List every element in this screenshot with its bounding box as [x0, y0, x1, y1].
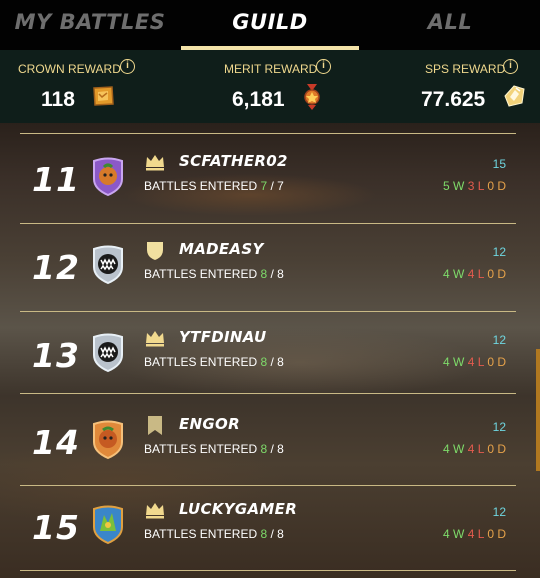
- table-row[interactable]: 11 SCFATHER02 BATTLES ENTERED 7 / 7 15 5…: [0, 134, 540, 222]
- crown-reward-value: 118: [41, 88, 75, 111]
- draws: 0 D: [487, 527, 506, 541]
- tab-my-battles[interactable]: MY BATTLES: [0, 0, 180, 50]
- crown-reward: CROWN REWARD i 118: [18, 50, 158, 123]
- battles-entered-label: BATTLES ENTERED: [144, 355, 258, 369]
- losses: 4 L: [467, 442, 484, 456]
- blue-dragon-avatar: [88, 503, 128, 545]
- wins: 5 W: [443, 179, 465, 193]
- table-row[interactable]: 12 MADEASY BATTLES ENTERED 8 / 8 12 4 W …: [0, 222, 540, 310]
- info-icon[interactable]: i: [316, 59, 331, 74]
- losses: 4 L: [467, 355, 484, 369]
- battles-total: / 7: [270, 179, 284, 193]
- info-icon[interactable]: i: [120, 59, 135, 74]
- player-name[interactable]: MADEASY: [179, 240, 264, 258]
- player-points: 12: [492, 420, 506, 434]
- battles-entered: BATTLES ENTERED 8 / 8: [144, 527, 284, 541]
- player-points: 12: [492, 245, 506, 259]
- guild-leaderboard: 11 SCFATHER02 BATTLES ENTERED 7 / 7 15 5…: [0, 123, 540, 578]
- rewards-bar: CROWN REWARD i 118 MERIT REWARD i 6,181 …: [0, 50, 540, 123]
- battles-total: / 8: [270, 355, 284, 369]
- wins: 4 W: [443, 267, 465, 281]
- losses: 4 L: [467, 267, 484, 281]
- purple-fruit-avatar: [88, 155, 128, 197]
- player-name[interactable]: YTFDINAU: [179, 328, 266, 346]
- crown-token-icon: [90, 83, 116, 113]
- monster-mouth-avatar: [88, 243, 128, 285]
- losses: 4 L: [467, 527, 484, 541]
- win-loss-draw: 4 W 4 L 0 D: [443, 267, 506, 281]
- merit-reward-label: MERIT REWARD: [224, 62, 318, 76]
- draws: 0 D: [487, 442, 506, 456]
- win-loss-draw: 4 W 4 L 0 D: [443, 355, 506, 369]
- rank-number: 13: [32, 336, 80, 375]
- wins: 4 W: [443, 442, 465, 456]
- battles-entered-count: 8: [260, 267, 268, 281]
- win-loss-draw: 4 W 4 L 0 D: [443, 442, 506, 456]
- losses: 3 L: [467, 179, 484, 193]
- win-loss-draw: 5 W 3 L 0 D: [443, 179, 506, 193]
- merit-reward-value: 6,181: [232, 88, 285, 111]
- table-row[interactable]: 14 ENGOR BATTLES ENTERED 8 / 8 12 4 W 4 …: [0, 397, 540, 485]
- table-row[interactable]: 15 LUCKYGAMER BATTLES ENTERED 8 / 8 12 4…: [0, 482, 540, 570]
- shield-league-icon: [144, 239, 166, 261]
- wins: 4 W: [443, 355, 465, 369]
- battles-entered-label: BATTLES ENTERED: [144, 179, 258, 193]
- sps-token-icon: [501, 83, 527, 113]
- battles-entered-count: 8: [260, 355, 268, 369]
- scrollbar-thumb[interactable]: [536, 349, 540, 471]
- battles-total: / 8: [270, 527, 284, 541]
- info-icon[interactable]: i: [503, 59, 518, 74]
- battles-entered-label: BATTLES ENTERED: [144, 267, 258, 281]
- orange-fruit-avatar: [88, 418, 128, 460]
- battles-entered: BATTLES ENTERED 8 / 8: [144, 267, 284, 281]
- banner-league-icon: [144, 414, 166, 436]
- merit-medal-icon: [301, 83, 323, 115]
- win-loss-draw: 4 W 4 L 0 D: [443, 527, 506, 541]
- row-divider: [20, 570, 516, 571]
- battles-total: / 8: [270, 267, 284, 281]
- merit-reward: MERIT REWARD i 6,181: [224, 50, 364, 123]
- tab-all[interactable]: ALL: [360, 0, 540, 50]
- wins: 4 W: [443, 527, 465, 541]
- tab-bar: MY BATTLES GUILD ALL: [0, 0, 540, 50]
- player-points: 12: [492, 333, 506, 347]
- tab-guild[interactable]: GUILD: [180, 0, 360, 50]
- rank-number: 14: [32, 423, 80, 462]
- battles-entered-count: 7: [260, 179, 268, 193]
- crown-league-icon: [144, 499, 166, 521]
- battles-total: / 8: [270, 442, 284, 456]
- sps-reward: SPS REWARD i 77.625: [421, 50, 540, 123]
- sps-reward-value: 77.625: [421, 88, 486, 111]
- player-name[interactable]: ENGOR: [179, 415, 240, 433]
- monster-mouth-avatar: [88, 331, 128, 373]
- draws: 0 D: [487, 179, 506, 193]
- crown-league-icon: [144, 151, 166, 173]
- battles-entered: BATTLES ENTERED 8 / 8: [144, 442, 284, 456]
- rank-number: 12: [32, 248, 80, 287]
- battles-entered-label: BATTLES ENTERED: [144, 442, 258, 456]
- battles-entered-label: BATTLES ENTERED: [144, 527, 258, 541]
- rank-number: 11: [32, 160, 80, 199]
- sps-reward-label: SPS REWARD: [425, 62, 506, 76]
- table-row[interactable]: 13 YTFDINAU BATTLES ENTERED 8 / 8 12 4 W…: [0, 310, 540, 398]
- battles-entered: BATTLES ENTERED 8 / 8: [144, 355, 284, 369]
- player-name[interactable]: LUCKYGAMER: [179, 500, 297, 518]
- crown-league-icon: [144, 327, 166, 349]
- row-divider: [20, 393, 516, 394]
- battles-entered-count: 8: [260, 442, 268, 456]
- player-points: 15: [492, 157, 506, 171]
- battles-entered-count: 8: [260, 527, 268, 541]
- player-name[interactable]: SCFATHER02: [179, 152, 288, 170]
- draws: 0 D: [487, 355, 506, 369]
- battles-entered: BATTLES ENTERED 7 / 7: [144, 179, 284, 193]
- draws: 0 D: [487, 267, 506, 281]
- rank-number: 15: [32, 508, 80, 547]
- crown-reward-label: CROWN REWARD: [18, 62, 121, 76]
- player-points: 12: [492, 505, 506, 519]
